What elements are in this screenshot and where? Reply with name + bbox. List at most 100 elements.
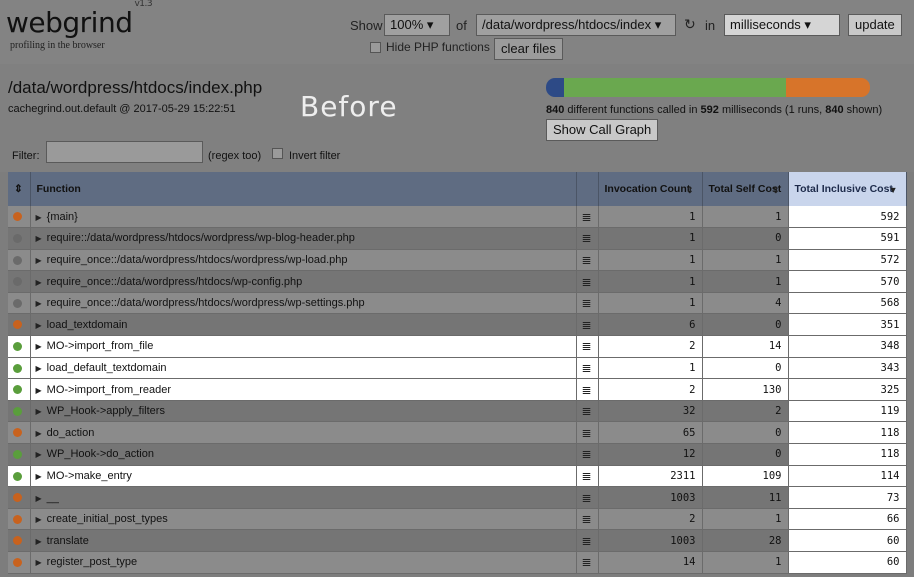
expand-icon[interactable]: ▶ (36, 213, 42, 222)
inclusive-cost-cell: 343 (788, 357, 907, 380)
filter-input[interactable] (46, 141, 203, 163)
invert-filter-checkbox[interactable] (272, 148, 283, 159)
expand-icon[interactable]: ▶ (36, 472, 42, 481)
table-row[interactable]: ▶ require_once::/data/wordpress/htdocs/wo… (8, 249, 907, 272)
function-name-cell[interactable]: ▶ translate (30, 529, 577, 552)
expand-icon[interactable]: ▶ (36, 450, 42, 459)
expand-icon[interactable]: ▶ (36, 299, 42, 308)
callers-icon[interactable]: ≣ (576, 313, 599, 337)
hide-php-checkbox[interactable] (370, 42, 381, 53)
expand-icon[interactable]: ▶ (36, 558, 42, 567)
clear-files-button[interactable]: clear files (494, 38, 563, 60)
invocation-count-cell: 1 (598, 357, 703, 380)
callers-icon[interactable]: ≣ (576, 421, 599, 445)
self-cost-cell: 28 (702, 529, 789, 552)
table-row[interactable]: ▶ MO->import_from_reader ≣ 2 130 325 (8, 378, 907, 401)
function-name-cell[interactable]: ▶ load_default_textdomain (30, 357, 577, 380)
function-name-cell[interactable]: ▶ register_post_type (30, 551, 577, 574)
table-row[interactable]: ▶ __ ≣ 1003 11 73 (8, 486, 907, 509)
callers-icon[interactable]: ≣ (576, 357, 599, 380)
callers-icon[interactable]: ≣ (576, 400, 599, 423)
function-name-cell[interactable]: ▶ WP_Hook->apply_filters (30, 400, 577, 423)
expand-icon[interactable]: ▶ (36, 321, 42, 330)
function-name-cell[interactable]: ▶ MO->import_from_file (30, 335, 577, 358)
function-name-cell[interactable]: ▶ require_once::/data/wordpress/htdocs/wo… (30, 249, 577, 272)
expand-icon[interactable]: ▶ (36, 364, 42, 373)
function-name-cell[interactable]: ▶ require_once::/data/wordpress/htdocs/wp… (30, 270, 577, 293)
col-header-function[interactable]: Function (30, 172, 577, 206)
expand-icon[interactable]: ▶ (36, 515, 42, 524)
callers-icon[interactable]: ≣ (576, 529, 599, 552)
update-button[interactable]: update (848, 14, 902, 36)
inclusive-cost-cell: 568 (788, 292, 907, 315)
callers-icon[interactable]: ≣ (576, 249, 599, 272)
callers-icon[interactable]: ≣ (576, 378, 599, 401)
table-row[interactable]: ▶ load_textdomain ≣ 6 0 351 (8, 313, 907, 337)
function-name-cell[interactable]: ▶ MO->make_entry (30, 465, 577, 488)
callers-icon[interactable]: ≣ (576, 443, 599, 466)
function-name-cell[interactable]: ▶ __ (30, 486, 577, 509)
expand-icon[interactable]: ▶ (36, 407, 42, 416)
table-row[interactable]: ▶ require_once::/data/wordpress/htdocs/wo… (8, 292, 907, 315)
page-title: /data/wordpress/htdocs/index.php (8, 78, 263, 97)
callers-icon[interactable]: ≣ (576, 551, 599, 574)
function-name-cell[interactable]: ▶ do_action (30, 421, 577, 445)
col-header-spacer (576, 172, 599, 206)
table-row[interactable]: ▶ WP_Hook->apply_filters ≣ 32 2 119 (8, 400, 907, 423)
before-overlay-label: Before (300, 90, 398, 123)
refresh-icon[interactable]: ↻ (684, 16, 696, 33)
table-row[interactable]: ▶ {main} ≣ 1 1 592 (8, 206, 907, 229)
inclusive-cost-cell: 351 (788, 313, 907, 337)
callers-icon[interactable]: ≣ (576, 465, 599, 488)
percent-select[interactable]: 100% ▾ (384, 14, 450, 36)
expand-icon[interactable]: ▶ (36, 342, 42, 351)
col-header-self-cost[interactable]: Total Self Cost ⇕ (702, 172, 789, 206)
expand-icon[interactable]: ▶ (36, 429, 42, 438)
expand-icon[interactable]: ▶ (36, 494, 42, 503)
table-row[interactable]: ▶ require::/data/wordpress/htdocs/wordpre… (8, 227, 907, 250)
col-header-invocation[interactable]: Invocation Count ⇕ (598, 172, 703, 206)
unit-select[interactable]: milliseconds ▾ (724, 14, 840, 36)
invocation-count-cell: 1 (598, 227, 703, 250)
invocation-count-cell: 1 (598, 292, 703, 315)
function-name-cell[interactable]: ▶ {main} (30, 206, 577, 229)
expand-icon[interactable]: ▶ (36, 256, 42, 265)
function-name-cell[interactable]: ▶ WP_Hook->do_action (30, 443, 577, 466)
app-logo: webgrindv1.3 (6, 0, 153, 39)
expand-icon[interactable]: ▶ (36, 386, 42, 395)
function-name-cell[interactable]: ▶ require_once::/data/wordpress/htdocs/wo… (30, 292, 577, 315)
table-row[interactable]: ▶ require_once::/data/wordpress/htdocs/wp… (8, 270, 907, 293)
callers-icon[interactable]: ≣ (576, 508, 599, 531)
table-row[interactable]: ▶ create_initial_post_types ≣ 2 1 66 (8, 508, 907, 531)
callers-icon[interactable]: ≣ (576, 486, 599, 509)
callers-icon[interactable]: ≣ (576, 292, 599, 315)
invocation-count-cell: 1 (598, 206, 703, 229)
expand-icon[interactable]: ▶ (36, 234, 42, 243)
invocation-count-cell: 2 (598, 508, 703, 531)
function-name-cell[interactable]: ▶ load_textdomain (30, 313, 577, 337)
table-row[interactable]: ▶ register_post_type ≣ 14 1 60 (8, 551, 907, 574)
function-name-cell[interactable]: ▶ MO->import_from_reader (30, 378, 577, 401)
show-call-graph-button[interactable]: Show Call Graph (546, 119, 659, 141)
col-header-inclusive-cost[interactable]: Total Inclusive Cost ▼ (788, 172, 907, 206)
table-row[interactable]: ▶ WP_Hook->do_action ≣ 12 0 118 (8, 443, 907, 466)
file-type-dot (8, 249, 31, 272)
callers-icon[interactable]: ≣ (576, 227, 599, 250)
expand-icon[interactable]: ▶ (36, 278, 42, 287)
callers-icon[interactable]: ≣ (576, 270, 599, 293)
table-row[interactable]: ▶ translate ≣ 1003 28 60 (8, 529, 907, 552)
table-row[interactable]: ▶ do_action ≣ 65 0 118 (8, 421, 907, 445)
sort-toggle[interactable]: ⇕ (8, 172, 31, 206)
table-row[interactable]: ▶ MO->import_from_file ≣ 2 14 348 (8, 335, 907, 358)
in-label: in (705, 18, 716, 33)
function-name-cell[interactable]: ▶ create_initial_post_types (30, 508, 577, 531)
table-row[interactable]: ▶ load_default_textdomain ≣ 1 0 343 (8, 357, 907, 380)
table-row[interactable]: ▶ MO->make_entry ≣ 2311 109 114 (8, 465, 907, 488)
callers-icon[interactable]: ≣ (576, 335, 599, 358)
self-cost-cell: 130 (702, 378, 789, 401)
self-cost-cell: 11 (702, 486, 789, 509)
file-select[interactable]: /data/wordpress/htdocs/index ▾ (476, 14, 676, 36)
function-name-cell[interactable]: ▶ require::/data/wordpress/htdocs/wordpre… (30, 227, 577, 250)
callers-icon[interactable]: ≣ (576, 206, 599, 229)
expand-icon[interactable]: ▶ (36, 537, 42, 546)
